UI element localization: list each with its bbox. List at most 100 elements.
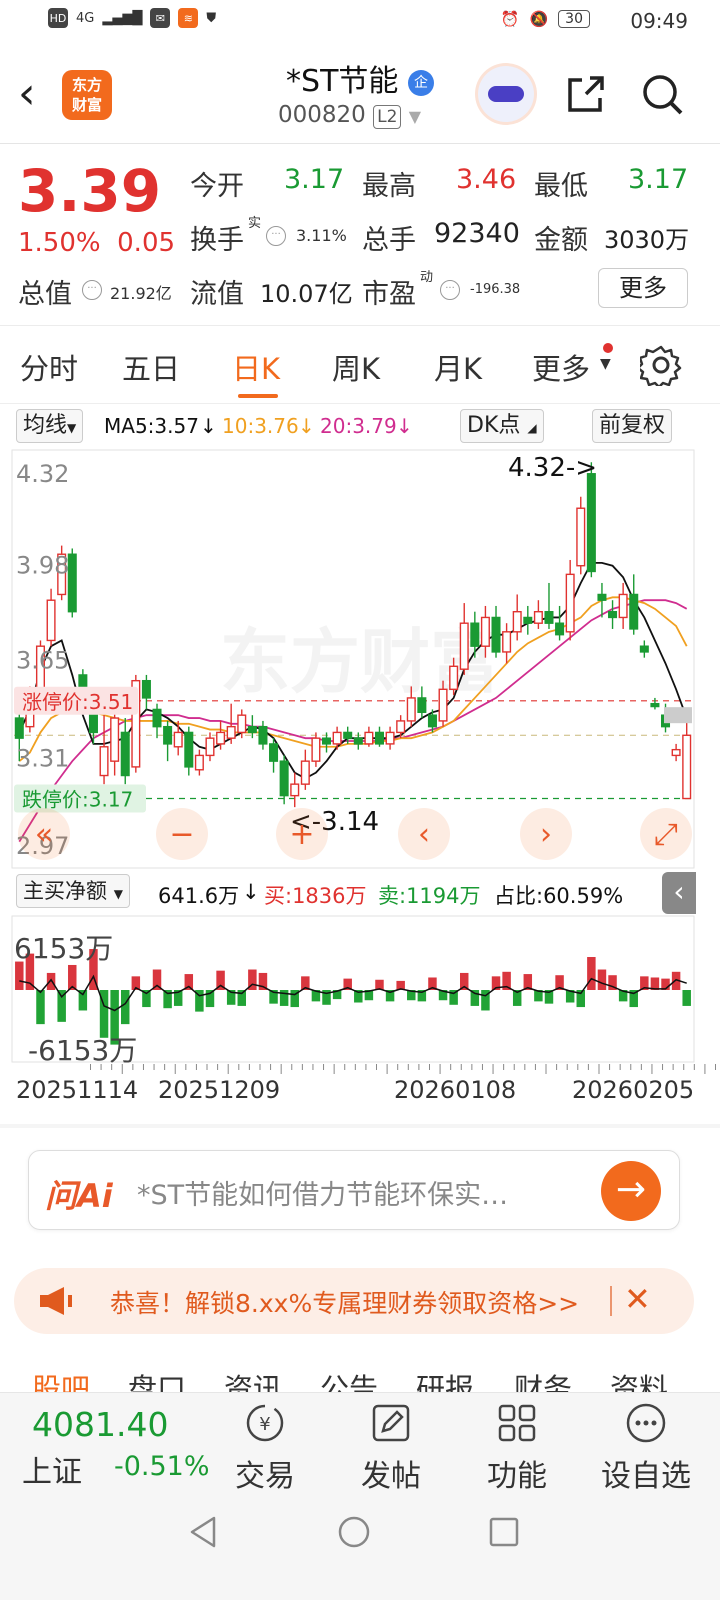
- close-icon[interactable]: ✕: [624, 1280, 651, 1318]
- stock-code: 000820: [278, 102, 366, 128]
- amount-label: 金额: [534, 225, 588, 256]
- ma20-value: 20:3.79: [320, 414, 397, 438]
- zoom_in-icon: +: [289, 817, 314, 852]
- dk-point-button[interactable]: DK点 ◢: [460, 409, 544, 443]
- tab-weekly-k[interactable]: 周K: [332, 346, 380, 388]
- net-buy-bar: [120, 990, 130, 1025]
- volume-label: 总手: [362, 225, 416, 256]
- candle-body: [311, 737, 321, 762]
- indicator-select[interactable]: 主买净额 ▼: [16, 874, 130, 908]
- signal-icon: ▂▄▆█: [102, 10, 143, 26]
- settings-gear-icon[interactable]: [640, 344, 682, 386]
- pe-sup: 动: [420, 270, 434, 285]
- candle-body: [269, 743, 279, 762]
- chevron-down-icon: ▼: [67, 421, 77, 435]
- candle-body: [502, 631, 512, 653]
- ai-assistant-icon[interactable]: [478, 66, 534, 122]
- ai-question-bar[interactable]: 问Ai *ST节能如何借力节能环保实… →: [28, 1150, 680, 1230]
- stock-name: *ST节能: [286, 64, 399, 99]
- quote-panel: 3.39 1.50% 0.05 今开 3.17 最高 3.46 最低 3.17 …: [0, 144, 720, 326]
- post-button[interactable]: 发帖: [346, 1401, 436, 1495]
- ma-select-label: 均线: [23, 413, 68, 438]
- dk-label: DK点: [467, 413, 521, 438]
- ma-select[interactable]: 均线▼: [16, 409, 84, 443]
- net-buy-svg[interactable]: 6153万 -6153万: [0, 914, 720, 1067]
- stock-code-row[interactable]: 000820 L2 ▼: [278, 102, 421, 129]
- nav-back-icon[interactable]: [186, 1514, 222, 1550]
- limit-down-label: 跌停价:3.17: [22, 788, 133, 812]
- arrow-down-icon: ↓: [242, 880, 260, 904]
- tab-more[interactable]: 更多: [532, 346, 590, 388]
- candle-body: [608, 611, 618, 619]
- zoom_out-icon: −: [169, 817, 194, 852]
- candle-body: [152, 708, 162, 728]
- search-icon[interactable]: [640, 72, 686, 118]
- high-label: 最高: [362, 171, 416, 202]
- collapse-panel-button[interactable]: ‹: [662, 872, 696, 914]
- y-tick-label: 3.65: [16, 647, 69, 675]
- more-quote-button[interactable]: 更多: [598, 268, 688, 308]
- info-icon[interactable]: ···: [82, 280, 102, 300]
- date-label: 20251114: [16, 1076, 139, 1104]
- candle-body: [586, 473, 596, 573]
- candle-body: [120, 731, 130, 777]
- trade-button[interactable]: ¥ 交易: [220, 1401, 310, 1495]
- low-label: 最低: [534, 171, 588, 202]
- kline-chart[interactable]: 东方财富 4.323.983.653.312.97涨停价:3.51跌停价:3.1…: [0, 446, 720, 870]
- date-label: 20251209: [158, 1076, 281, 1104]
- low-value: 3.17: [628, 164, 689, 195]
- candle-body: [406, 697, 416, 722]
- edit-icon: [372, 1404, 410, 1442]
- tab-monthly-k[interactable]: 月K: [434, 346, 482, 388]
- add-watchlist-button[interactable]: 设自选: [596, 1401, 696, 1495]
- net-buy-chart[interactable]: 6153万 -6153万: [0, 914, 720, 1067]
- info-icon[interactable]: ···: [266, 226, 286, 246]
- tab-daily-k[interactable]: 日K: [232, 346, 280, 388]
- chart-control-zoom-in[interactable]: +: [276, 808, 328, 860]
- promo-banner[interactable]: 恭喜！解锁8.xx%专属理财券领取资格>> ✕: [14, 1268, 694, 1334]
- candle-body: [343, 731, 353, 739]
- arrow-down-icon: ↓: [396, 414, 413, 438]
- enterprise-badge: 企: [407, 70, 434, 96]
- tab-intraday[interactable]: 分时: [20, 346, 78, 388]
- candle-body: [629, 593, 639, 630]
- nav-home-icon[interactable]: [336, 1514, 372, 1550]
- tab-five-day[interactable]: 五日: [122, 346, 180, 388]
- clock: 09:49: [630, 9, 688, 33]
- trade-label: 交易: [235, 1459, 295, 1494]
- pe-value: -196.38: [470, 282, 521, 297]
- function-button[interactable]: 功能: [472, 1401, 562, 1495]
- index-name[interactable]: 上证: [22, 1447, 82, 1491]
- sell-amount: 卖:1194万: [378, 884, 481, 908]
- candle-body: [173, 731, 183, 748]
- candle-body: [99, 746, 109, 777]
- price-change: 1.50% 0.05: [18, 228, 175, 258]
- info-icon[interactable]: ···: [440, 280, 460, 300]
- adjust-button[interactable]: 前复权: [592, 409, 673, 443]
- candle-body: [459, 622, 469, 670]
- candle-body: [512, 611, 522, 633]
- chart-control-prev[interactable]: «: [18, 808, 70, 860]
- candle-body: [194, 754, 204, 771]
- net-buy-bar: [597, 969, 607, 990]
- candle-body: [671, 748, 681, 757]
- y-tick-label: 3.98: [16, 552, 69, 580]
- candle-body: [279, 760, 289, 797]
- stock-title[interactable]: *ST节能 企: [0, 56, 720, 100]
- nav-recents-icon[interactable]: [486, 1514, 522, 1550]
- chart-control-zoom-out[interactable]: −: [156, 808, 208, 860]
- ai-question-text[interactable]: *ST节能如何借力节能环保实…: [137, 1173, 508, 1212]
- ai-go-button[interactable]: →: [601, 1161, 661, 1221]
- ai-logo: 问Ai: [45, 1177, 113, 1215]
- index-value[interactable]: 4081.40: [32, 1405, 168, 1444]
- mktcap-value: 21.92亿: [110, 284, 172, 303]
- chart-control-right[interactable]: ›: [520, 808, 572, 860]
- promo-text[interactable]: 恭喜！解锁8.xx%专属理财券领取资格>>: [110, 1284, 579, 1320]
- chart-control-left[interactable]: ‹: [398, 808, 450, 860]
- share-icon[interactable]: [564, 74, 606, 116]
- candle-body: [470, 622, 480, 647]
- change-amount: 0.05: [117, 228, 176, 258]
- chart-control-fullscreen[interactable]: ⤢: [640, 808, 692, 860]
- kline-svg[interactable]: 东方财富 4.323.983.653.312.97涨停价:3.51跌停价:3.1…: [0, 446, 720, 870]
- post-label: 发帖: [361, 1459, 421, 1494]
